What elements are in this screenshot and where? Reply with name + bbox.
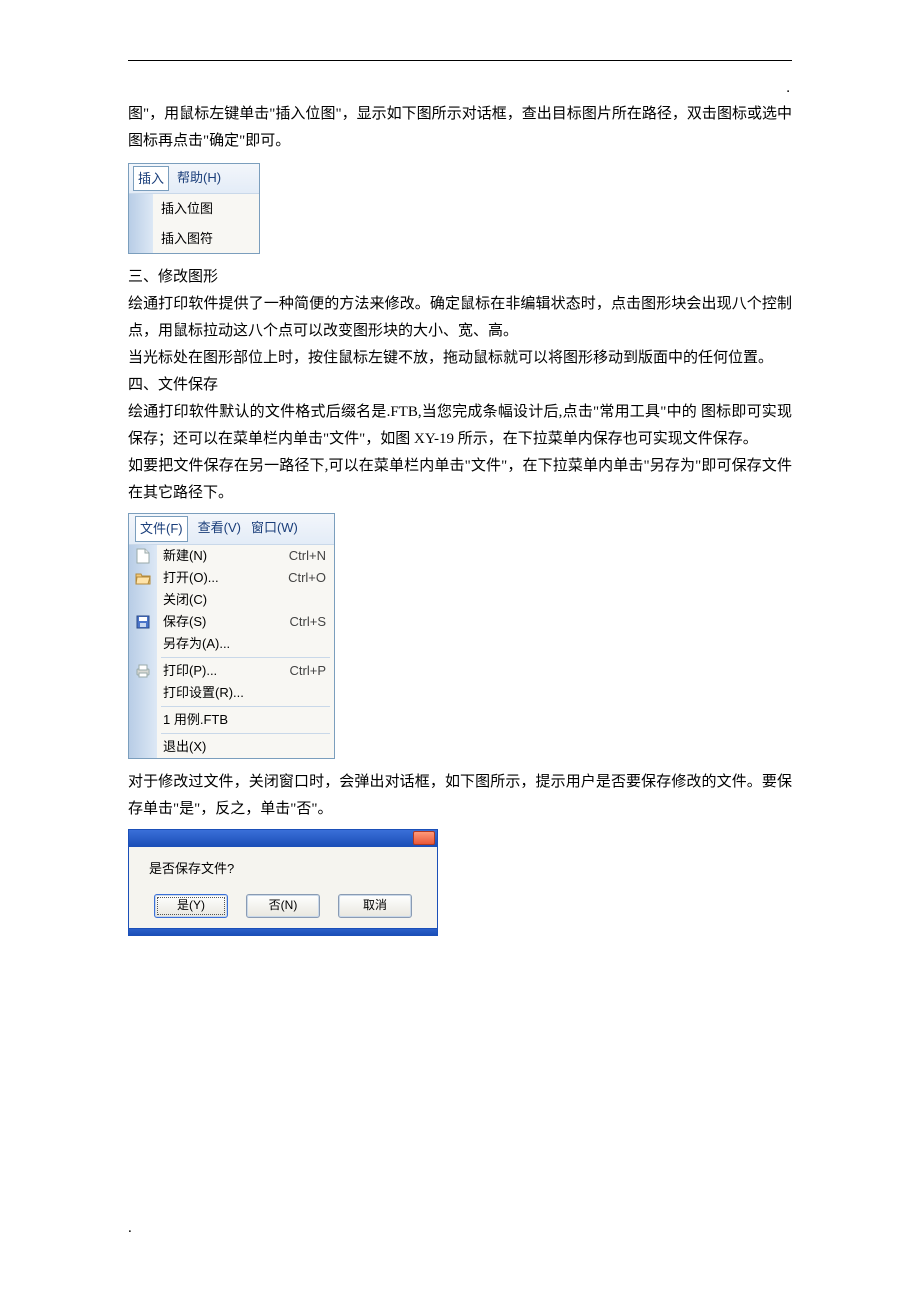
corner-dot: . [786, 75, 790, 102]
paragraph-modify-2: 当光标处在图形部位上时，按住鼠标左键不放，拖动鼠标就可以将图形移动到版面中的任何… [128, 345, 792, 372]
menu-label: 打开(O)... [163, 566, 219, 589]
menu-shortcut: Ctrl+O [288, 566, 326, 589]
help-menu-title[interactable]: 帮助(H) [177, 166, 221, 191]
cancel-button[interactable]: 取消 [338, 894, 412, 918]
heading-modify-shape: 三、修改图形 [128, 264, 792, 291]
footer-dot: . [128, 1215, 132, 1242]
blank-icon-2 [129, 633, 157, 655]
menu-label: 打印设置(R)... [163, 681, 244, 704]
insert-menu-header: 插入 帮助(H) [129, 164, 259, 194]
menubar-window[interactable]: 窗口(W) [251, 516, 298, 541]
save-dialog-screenshot: 是否保存文件? 是(Y) 否(N) 取消 [128, 829, 438, 936]
heading-file-save: 四、文件保存 [128, 372, 792, 399]
file-menu-gutter [129, 545, 157, 758]
menu-item-insert-symbol[interactable]: 插入图符 [153, 224, 259, 253]
file-menu-header: 文件(F) 查看(V) 窗口(W) [129, 514, 334, 544]
menu-item-save[interactable]: 保存(S) Ctrl+S [157, 611, 334, 633]
menu-separator [161, 657, 330, 658]
menu-label: 退出(X) [163, 735, 206, 758]
menu-shortcut: Ctrl+P [290, 659, 326, 682]
paragraph-close-prompt: 对于修改过文件，关闭窗口时，会弹出对话框，如下图所示，提示用户是否要保存修改的文… [128, 769, 792, 823]
menu-shortcut: Ctrl+N [289, 544, 326, 567]
menu-label: 关闭(C) [163, 588, 207, 611]
menu-item-recent-file[interactable]: 1 用例.FTB [157, 709, 334, 731]
menu-item-open[interactable]: 打开(O)... Ctrl+O [157, 567, 334, 589]
menu-item-insert-bitmap[interactable]: 插入位图 [153, 194, 259, 223]
menu-separator [161, 706, 330, 707]
yes-button[interactable]: 是(Y) [154, 894, 228, 918]
menu-item-new[interactable]: 新建(N) Ctrl+N [157, 545, 334, 567]
top-rule-line [128, 60, 792, 61]
printer-icon [129, 660, 157, 682]
paragraph-save-1: 绘通打印软件默认的文件格式后缀名是.FTB,当您完成条幅设计后,点击"常用工具"… [128, 399, 792, 453]
menu-label: 1 用例.FTB [163, 708, 228, 731]
blank-icon-1 [129, 589, 157, 611]
new-file-icon [129, 545, 157, 567]
dialog-bottom-border [128, 929, 438, 936]
menu-label: 保存(S) [163, 610, 206, 633]
dialog-message: 是否保存文件? [141, 857, 425, 880]
dialog-titlebar [128, 829, 438, 847]
paragraph-insert-bitmap: 图"，用鼠标左键单击"插入位图"，显示如下图所示对话框，查出目标图片所在路径，双… [128, 101, 792, 155]
menubar-view[interactable]: 查看(V) [198, 516, 241, 541]
menu-shortcut: Ctrl+S [290, 610, 326, 633]
menubar-file[interactable]: 文件(F) [135, 516, 188, 541]
menu-item-print-setup[interactable]: 打印设置(R)... [157, 682, 334, 704]
menu-item-exit[interactable]: 退出(X) [157, 736, 334, 758]
insert-menu-gutter [129, 194, 153, 253]
save-disk-icon [129, 611, 157, 633]
paragraph-modify-1: 绘通打印软件提供了一种简便的方法来修改。确定鼠标在非编辑状态时，点击图形块会出现… [128, 291, 792, 345]
close-icon[interactable] [413, 831, 435, 845]
menu-item-close[interactable]: 关闭(C) [157, 589, 334, 611]
menu-separator [161, 733, 330, 734]
insert-menu-screenshot: 插入 帮助(H) 插入位图 插入图符 [128, 163, 260, 254]
no-button[interactable]: 否(N) [246, 894, 320, 918]
insert-menu-title[interactable]: 插入 [133, 166, 169, 191]
open-folder-icon [129, 567, 157, 589]
menu-label: 打印(P)... [163, 659, 217, 682]
menu-item-save-as[interactable]: 另存为(A)... [157, 633, 334, 655]
menu-label: 新建(N) [163, 544, 207, 567]
menu-item-print[interactable]: 打印(P)... Ctrl+P [157, 660, 334, 682]
file-menu-screenshot: 文件(F) 查看(V) 窗口(W) [128, 513, 335, 758]
paragraph-save-2: 如要把文件保存在另一路径下,可以在菜单栏内单击"文件"，在下拉菜单内单击"另存为… [128, 453, 792, 507]
menu-label: 另存为(A)... [163, 632, 230, 655]
